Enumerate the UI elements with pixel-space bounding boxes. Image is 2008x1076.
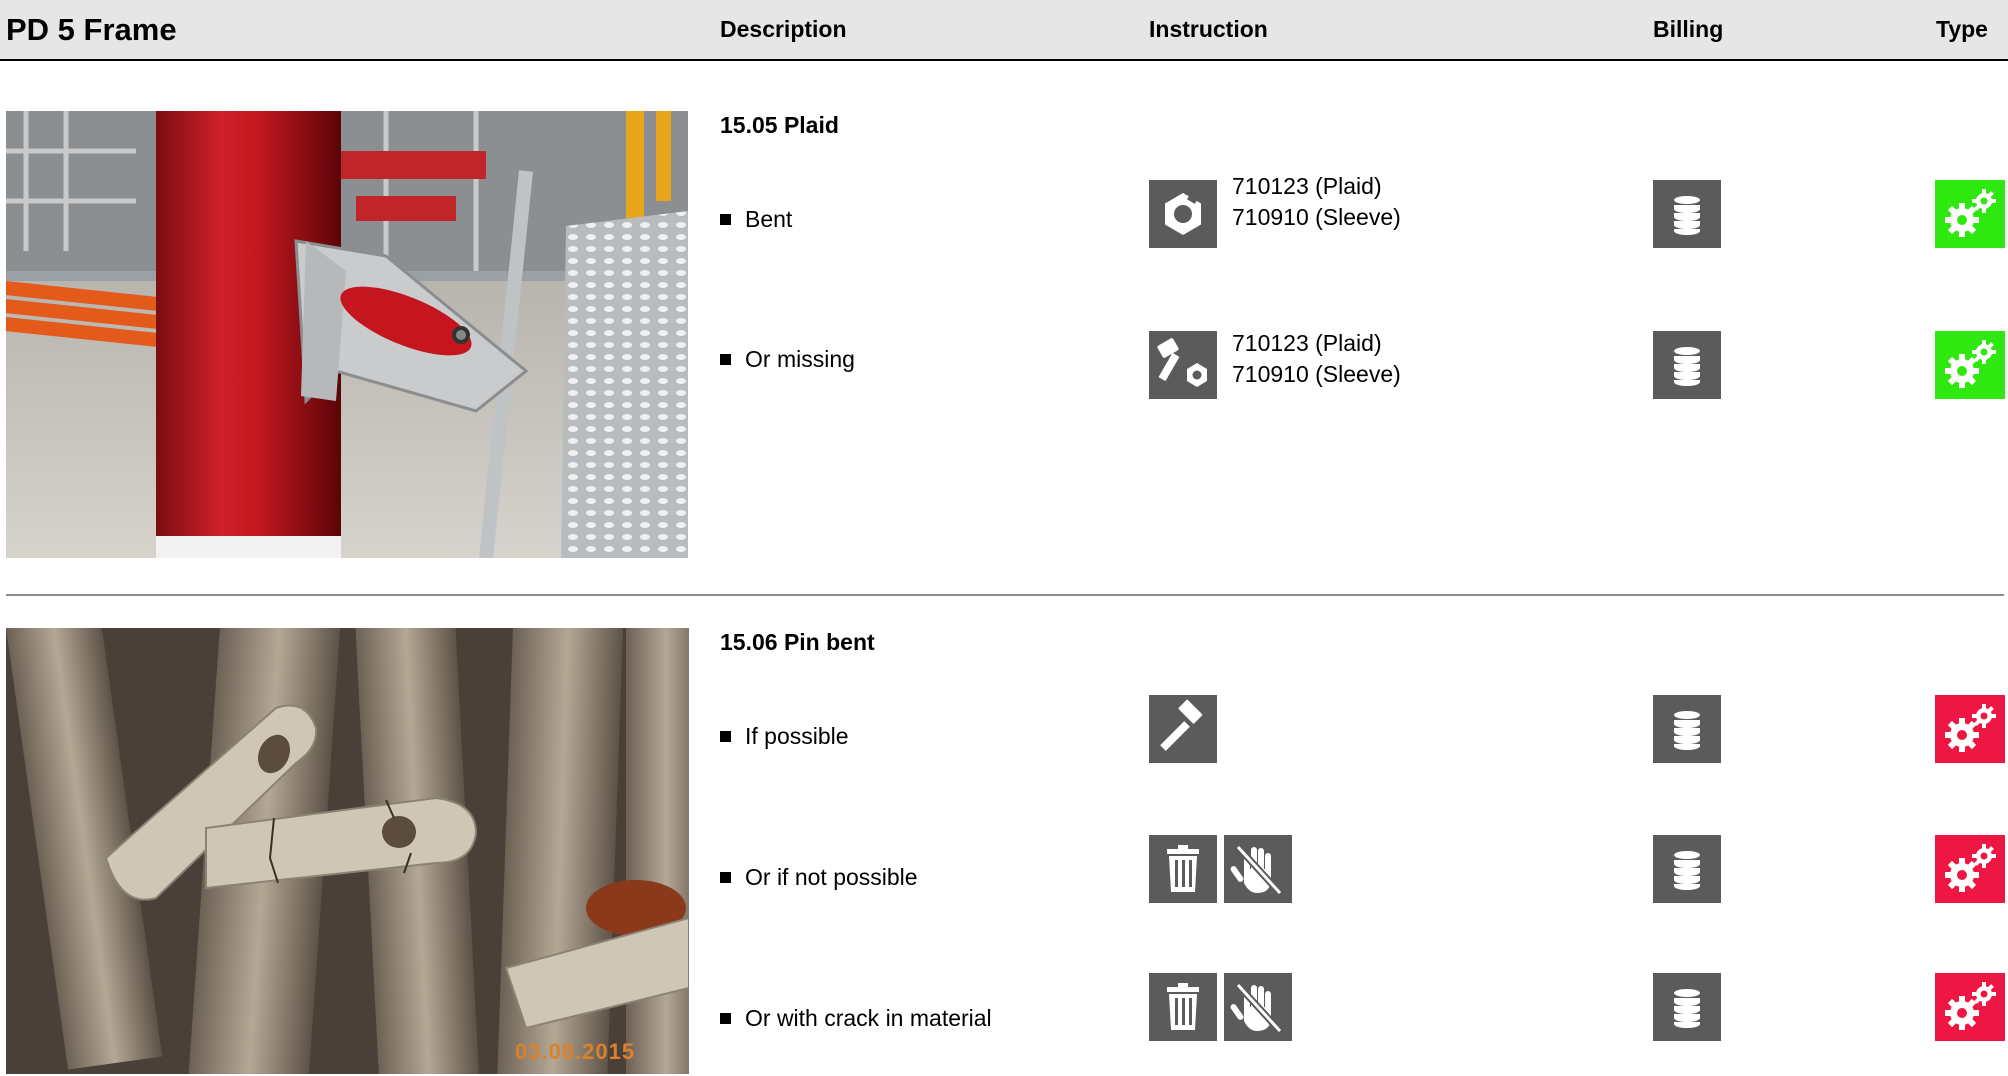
item-label: If possible [745,723,849,749]
column-header-instruction: Instruction [1149,16,1268,42]
bolt-nut-icon [1149,331,1217,399]
photo-plaid-bent [6,111,688,558]
page-title: PD 5 Frame [6,12,177,47]
trash-icon [1149,973,1217,1041]
section-title: 15.05 Plaid [720,112,839,138]
no-hand-icon [1224,835,1292,903]
part-reference: 710123 (Plaid) 710910 (Sleeve) [1232,171,1401,233]
column-header-billing: Billing [1653,16,1724,42]
no-hand-icon [1224,973,1292,1041]
gears-icon [1935,180,2005,248]
coin-stack-icon [1653,695,1721,763]
bullet-icon [720,1013,731,1024]
bullet-icon [720,214,731,225]
list-item: Bent [720,206,792,233]
photo-datestamp: 03.08.2015 [515,1039,636,1064]
list-item: Or with crack in material [720,1005,992,1032]
coin-stack-icon [1653,973,1721,1041]
item-label: Or if not possible [745,864,918,890]
list-item: Or missing [720,346,855,373]
item-label: Bent [745,206,793,232]
gears-icon [1935,695,2005,763]
list-item: If possible [720,723,849,750]
column-header-type: Type [1936,16,1988,42]
bullet-icon [720,354,731,365]
part-reference-line: 710123 (Plaid) [1232,330,1382,356]
bullet-icon [720,731,731,742]
coin-stack-icon [1653,180,1721,248]
item-label: Or with crack in material [745,1005,992,1031]
gears-icon [1935,331,2005,399]
hammer-icon [1149,695,1217,763]
list-item: Or if not possible [720,864,918,891]
section-title: 15.06 Pin bent [720,629,875,655]
coin-stack-icon [1653,331,1721,399]
section-divider [6,594,2004,596]
part-reference-line: 710910 (Sleeve) [1232,361,1401,387]
bullet-icon [720,872,731,883]
trash-icon [1149,835,1217,903]
gears-icon [1935,835,2005,903]
coin-stack-icon [1653,835,1721,903]
column-header-description: Description [720,16,847,42]
part-reference: 710123 (Plaid) 710910 (Sleeve) [1232,328,1401,390]
item-label: Or missing [745,346,855,372]
gears-icon [1935,973,2005,1041]
nut-icon [1149,180,1217,248]
table-header: PD 5 Frame Description Instruction Billi… [0,0,2008,61]
photo-pin-bent [6,628,689,1074]
part-reference-line: 710910 (Sleeve) [1232,204,1401,230]
part-reference-line: 710123 (Plaid) [1232,173,1382,199]
